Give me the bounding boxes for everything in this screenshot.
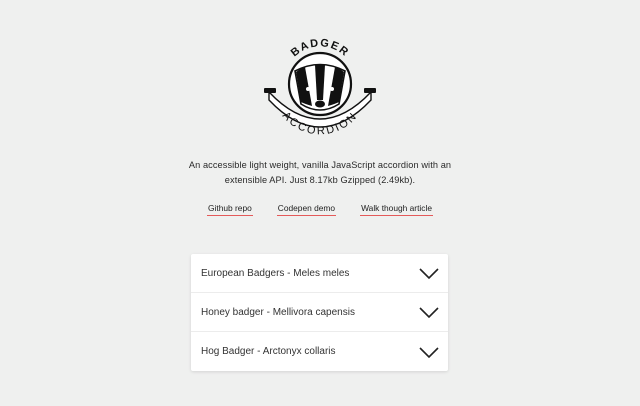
accordion-header-hog-badger[interactable]: Hog Badger - Arctonyx collaris — [191, 332, 448, 371]
accordion-header-label: Hog Badger - Arctonyx collaris — [201, 346, 336, 357]
accordion-header-honey-badger[interactable]: Honey badger - Mellivora capensis — [191, 293, 448, 332]
github-repo-link[interactable]: Github repo — [207, 203, 253, 216]
chevron-down-icon — [419, 307, 439, 319]
accordion: European Badgers - Meles meles Honey bad… — [191, 254, 448, 371]
accordion-header-european-badgers[interactable]: European Badgers - Meles meles — [191, 254, 448, 293]
accordion-header-label: European Badgers - Meles meles — [201, 267, 350, 279]
codepen-demo-link[interactable]: Codepen demo — [276, 203, 337, 216]
intro-text: An accessible light weight, vanilla Java… — [188, 160, 452, 185]
accordion-header-label: Honey badger - Mellivora capensis — [201, 306, 355, 318]
chevron-down-icon — [419, 346, 439, 358]
chevron-down-icon — [419, 268, 439, 280]
badger-logo-icon: BADGER ACCORDION — [255, 34, 385, 144]
link-row: Github repo Codepen demo Walk though art… — [0, 203, 640, 216]
walkthrough-article-link[interactable]: Walk though article — [360, 203, 433, 216]
